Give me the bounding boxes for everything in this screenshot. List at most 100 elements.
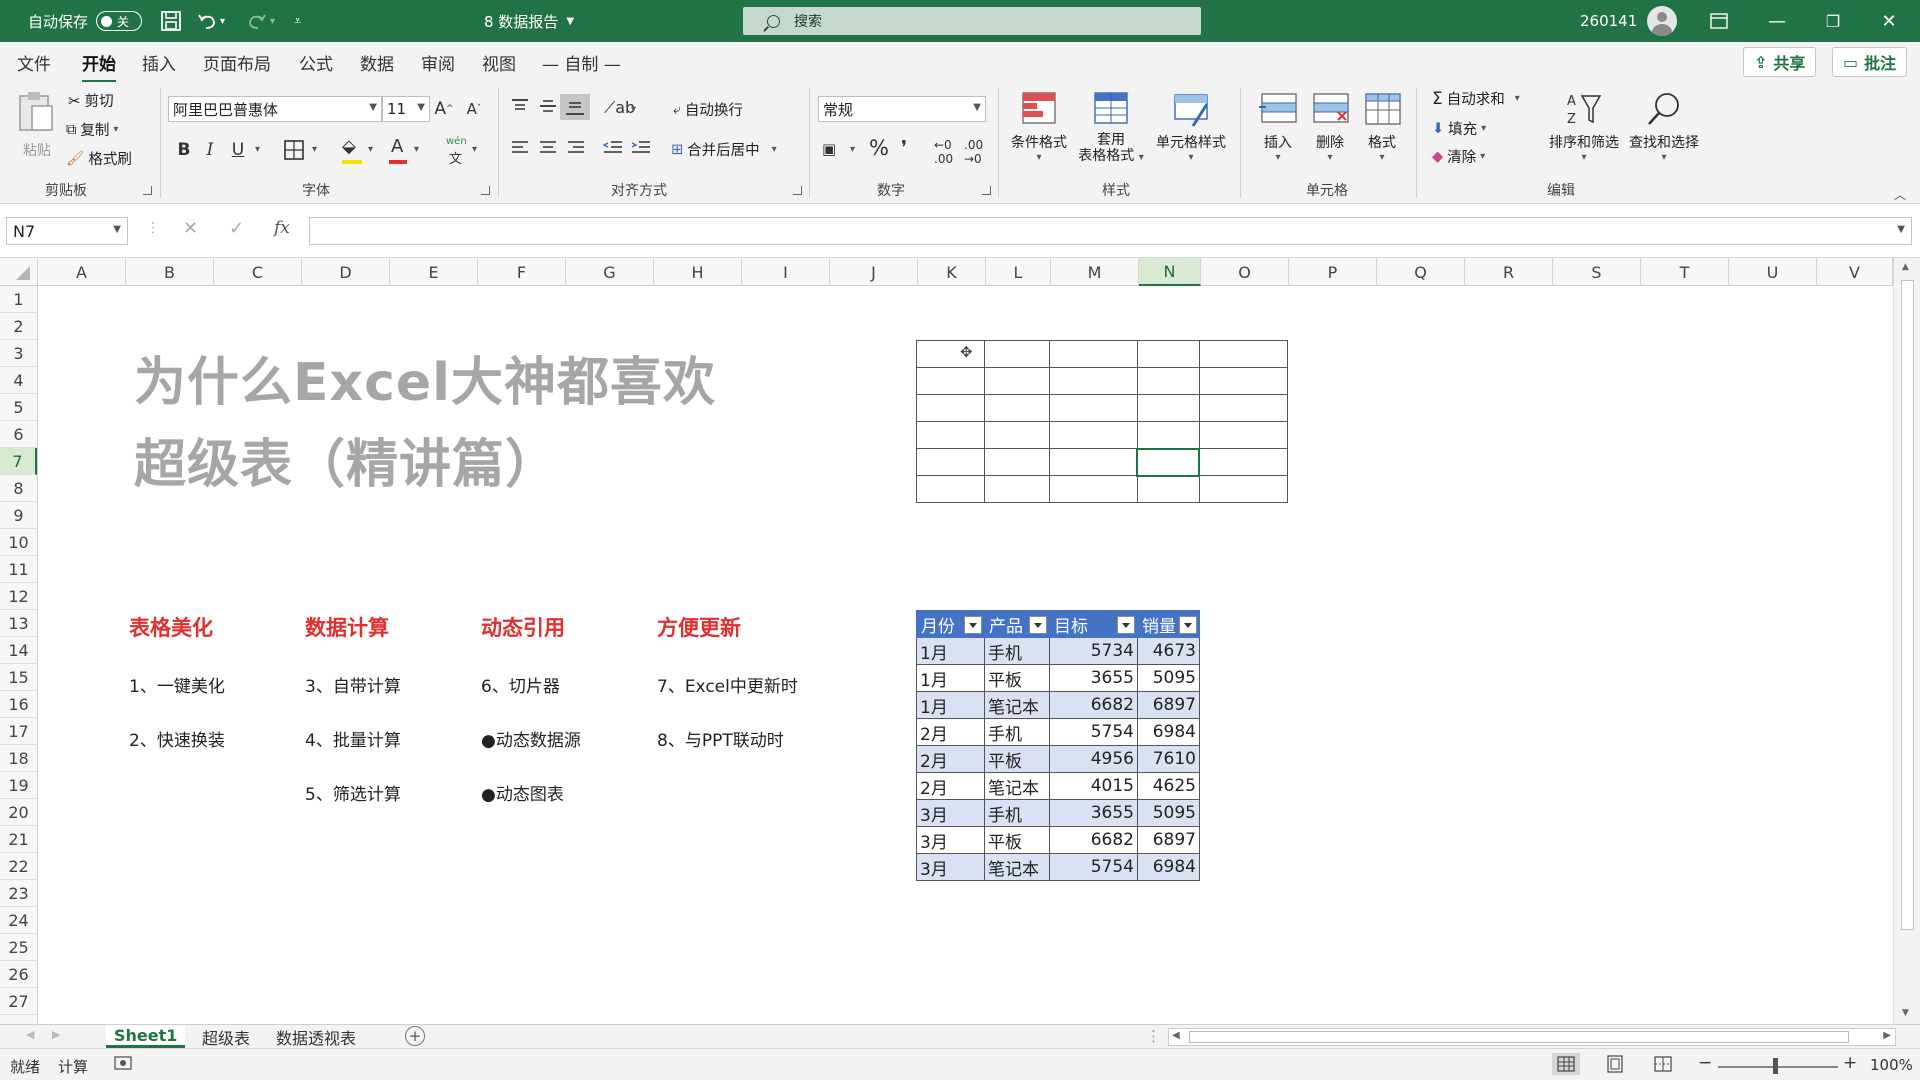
column-header-h[interactable]: H: [654, 258, 742, 286]
comma-style-icon[interactable]: ❜: [901, 137, 907, 159]
table-cell[interactable]: 1月: [916, 637, 985, 665]
table-cell[interactable]: 6897: [1137, 826, 1200, 854]
table-cell[interactable]: [984, 340, 1050, 368]
normal-view-button[interactable]: [1552, 1053, 1580, 1075]
table-cell[interactable]: [916, 421, 985, 449]
tab-file[interactable]: 文件: [17, 50, 51, 75]
column-header-o[interactable]: O: [1201, 258, 1289, 286]
clear-button[interactable]: ◆ 清除 ▾: [1432, 146, 1485, 167]
column-header-a[interactable]: A: [38, 258, 126, 286]
font-launcher-icon[interactable]: [481, 186, 490, 195]
collapse-ribbon-icon[interactable]: ︿: [1894, 186, 1906, 203]
page-break-view-icon[interactable]: [1654, 1055, 1672, 1077]
table-cell[interactable]: 平板: [984, 664, 1050, 692]
minimize-button[interactable]: —: [1749, 0, 1805, 42]
table-cell[interactable]: 6897: [1137, 691, 1200, 719]
scroll-left-icon[interactable]: ◀: [1172, 1030, 1180, 1041]
table-header-month[interactable]: 月份: [916, 610, 985, 638]
row-header-23[interactable]: 23: [0, 880, 37, 907]
confirm-entry-icon[interactable]: ✓: [229, 218, 244, 239]
table-cell[interactable]: [1199, 367, 1288, 395]
table-cell[interactable]: [1137, 421, 1200, 449]
cancel-entry-icon[interactable]: ✕: [183, 218, 198, 239]
bold-button[interactable]: B: [172, 138, 196, 162]
clipboard-launcher-icon[interactable]: [143, 186, 152, 195]
row-header-11[interactable]: 11: [0, 556, 37, 583]
chevron-down-icon[interactable]: ▾: [312, 144, 317, 155]
status-calculate[interactable]: 计算: [58, 1056, 88, 1077]
table-cell[interactable]: 平板: [984, 826, 1050, 854]
column-header-v[interactable]: V: [1817, 258, 1893, 286]
sheet-tab-pivot[interactable]: 数据透视表: [268, 1025, 364, 1048]
row-header-27[interactable]: 27: [0, 988, 37, 1015]
percent-button[interactable]: %: [869, 136, 889, 160]
decrease-decimal-icon[interactable]: .00 →0: [964, 138, 983, 166]
column-header-d[interactable]: D: [302, 258, 390, 286]
page-layout-view-icon[interactable]: [1606, 1055, 1624, 1077]
chevron-down-icon[interactable]: ▾: [772, 144, 777, 155]
tab-view[interactable]: 视图: [482, 50, 516, 75]
zoom-slider-track[interactable]: [1718, 1066, 1838, 1068]
column-header-s[interactable]: S: [1553, 258, 1641, 286]
column-header-l[interactable]: L: [986, 258, 1051, 286]
row-header-25[interactable]: 25: [0, 934, 37, 961]
sales-table[interactable]: 月份 产品 目标 销量 1月 手机 5734 4673 1月 平板 3655 5095 1月 笔记…: [916, 610, 1200, 881]
decrease-indent-icon[interactable]: [602, 140, 623, 160]
align-top-icon[interactable]: [511, 98, 529, 118]
row-header-10[interactable]: 10: [0, 529, 37, 556]
search-box[interactable]: 搜索: [743, 7, 1201, 35]
sort-filter-button[interactable]: AZ 排序和筛选 ▾: [1544, 90, 1624, 176]
undo-button[interactable]: ▾: [196, 0, 225, 42]
table-cell[interactable]: 6984: [1137, 853, 1200, 881]
horizontal-scroll-thumb[interactable]: [1189, 1031, 1849, 1043]
autosum-button[interactable]: Σ 自动求和 ▾: [1432, 88, 1520, 109]
table-cell[interactable]: [1049, 475, 1138, 503]
row-header-16[interactable]: 16: [0, 691, 37, 718]
table-cell[interactable]: 手机: [984, 637, 1050, 665]
increase-indent-icon[interactable]: [631, 140, 651, 160]
table-cell[interactable]: [916, 394, 985, 422]
table-cell[interactable]: 手机: [984, 799, 1050, 827]
insert-function-button[interactable]: fx: [274, 218, 290, 238]
restore-button[interactable]: ❐: [1805, 0, 1861, 42]
format-painter-button[interactable]: 🖌 格式刷: [66, 148, 132, 169]
table-cell[interactable]: 5754: [1049, 718, 1138, 746]
row-header-3[interactable]: 3: [0, 340, 37, 367]
column-header-p[interactable]: P: [1289, 258, 1377, 286]
align-middle-icon[interactable]: [539, 98, 557, 118]
chevron-down-icon[interactable]: ▾: [255, 144, 260, 155]
table-cell[interactable]: 4673: [1137, 637, 1200, 665]
table-cell[interactable]: [916, 475, 985, 503]
comments-button[interactable]: ▭ 批注: [1832, 47, 1908, 77]
select-all-corner[interactable]: [0, 258, 38, 286]
table-cell[interactable]: [1137, 340, 1200, 368]
empty-bordered-range[interactable]: [916, 340, 1288, 503]
table-cell[interactable]: [1049, 448, 1138, 476]
filter-dropdown-icon[interactable]: [1029, 616, 1047, 634]
table-cell[interactable]: 4625: [1137, 772, 1200, 800]
column-header-r[interactable]: R: [1465, 258, 1553, 286]
zoom-out-button[interactable]: −: [1698, 1053, 1712, 1073]
autosave-toggle[interactable]: 关: [96, 11, 143, 31]
row-header-12[interactable]: 12: [0, 583, 37, 610]
scroll-thumb[interactable]: [1901, 280, 1914, 930]
row-header-14[interactable]: 14: [0, 637, 37, 664]
chevron-down-icon[interactable]: ▾: [368, 144, 373, 155]
wrap-text-button[interactable]: ⤶ 自动换行: [673, 99, 743, 120]
table-cell[interactable]: [1137, 475, 1200, 503]
tab-insert[interactable]: 插入: [142, 50, 176, 75]
table-cell[interactable]: [1199, 475, 1288, 503]
tab-scroll-left-icon[interactable]: ◀: [26, 1028, 34, 1041]
font-color-icon[interactable]: A: [391, 136, 403, 157]
tab-custom[interactable]: — 自制 —: [542, 50, 621, 75]
table-cell[interactable]: [1199, 340, 1288, 368]
table-cell[interactable]: 1月: [916, 664, 985, 692]
row-header-8[interactable]: 8: [0, 475, 37, 502]
column-header-m[interactable]: M: [1051, 258, 1139, 286]
row-header-2[interactable]: 2: [0, 313, 37, 340]
table-cell[interactable]: 5095: [1137, 799, 1200, 827]
table-cell[interactable]: 4956: [1049, 745, 1138, 773]
copy-button[interactable]: ⧉ 复制 ▾: [66, 119, 118, 140]
zoom-slider-thumb[interactable]: [1773, 1058, 1778, 1074]
horizontal-scrollbar[interactable]: ◀ ▶: [1168, 1028, 1896, 1046]
